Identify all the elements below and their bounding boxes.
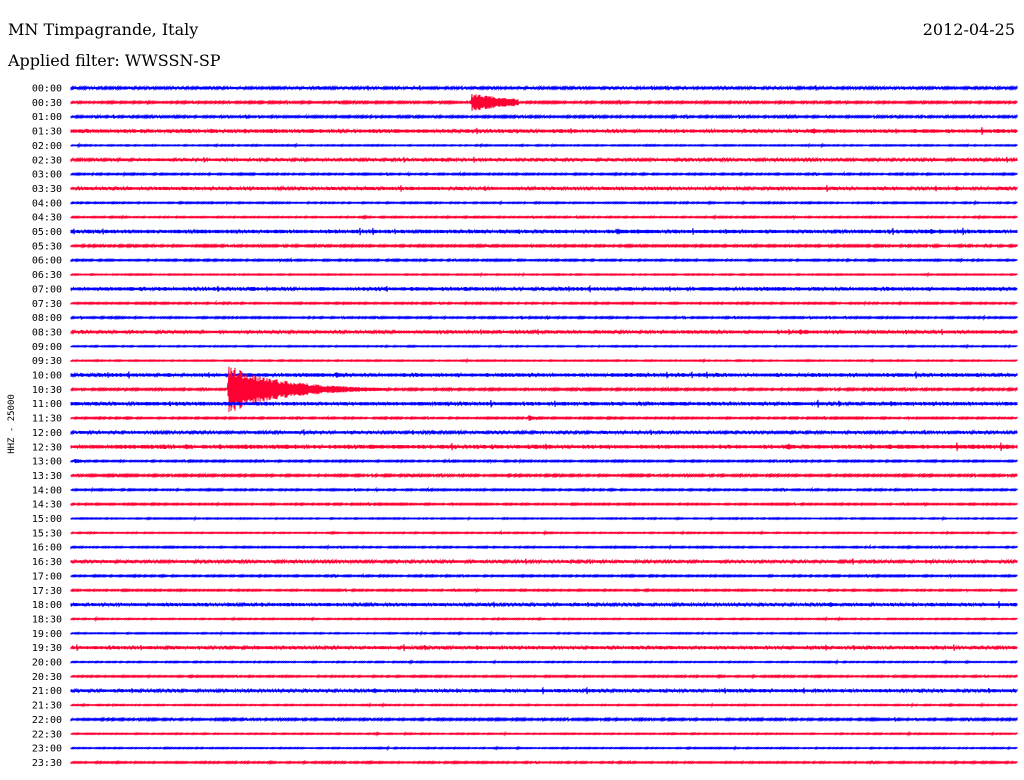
helicorder-plot: 00:00 00:30 01:00 01:30 02:00 02:30 03:00 03:30… bbox=[32, 84, 1018, 769]
trace-line bbox=[70, 529, 1018, 536]
trace-line bbox=[70, 716, 1018, 723]
trace-line bbox=[70, 199, 1018, 206]
trace-line bbox=[70, 472, 1018, 479]
trace-line bbox=[70, 213, 1018, 221]
trace-line bbox=[70, 271, 1018, 278]
tick-label: 18:00 bbox=[32, 600, 62, 611]
trace-line bbox=[70, 84, 1018, 92]
tick-label: 20:30 bbox=[32, 672, 62, 683]
tick-label: 10:30 bbox=[32, 385, 62, 396]
trace-line bbox=[70, 687, 1018, 695]
tick-label: 15:30 bbox=[32, 528, 62, 539]
trace-line bbox=[70, 299, 1018, 307]
tick-label: 13:00 bbox=[32, 457, 62, 468]
tick-label: 08:00 bbox=[32, 313, 62, 324]
time-tick-labels: 00:00 00:30 01:00 01:30 02:00 02:30 03:00 03:30… bbox=[32, 84, 62, 769]
tick-label: 05:00 bbox=[32, 227, 62, 238]
trace-line bbox=[70, 600, 1018, 609]
tick-label: 03:30 bbox=[32, 184, 62, 195]
tick-label: 09:30 bbox=[32, 356, 62, 367]
tick-label: 07:30 bbox=[32, 299, 62, 310]
trace-line bbox=[70, 227, 1018, 236]
trace-line bbox=[70, 184, 1018, 193]
tick-label: 16:00 bbox=[32, 543, 62, 554]
tick-label: 11:00 bbox=[32, 399, 62, 410]
trace-line bbox=[70, 673, 1018, 680]
tick-label: 08:30 bbox=[32, 327, 62, 338]
trace-line bbox=[70, 242, 1018, 249]
trace-line bbox=[70, 759, 1018, 766]
tick-label: 17:00 bbox=[32, 571, 62, 582]
tick-label: 11:30 bbox=[32, 414, 62, 425]
tick-label: 04:00 bbox=[32, 198, 62, 209]
trace-line bbox=[70, 170, 1018, 178]
trace-line bbox=[70, 744, 1018, 752]
trace-line bbox=[70, 429, 1018, 436]
tick-label: 13:30 bbox=[32, 471, 62, 482]
trace-line bbox=[70, 142, 1018, 149]
trace-line bbox=[70, 113, 1018, 120]
trace-line bbox=[70, 127, 1018, 136]
tick-label: 05:30 bbox=[32, 241, 62, 252]
tick-label: 03:00 bbox=[32, 170, 62, 181]
trace-line bbox=[70, 256, 1018, 264]
tick-label: 21:30 bbox=[32, 701, 62, 712]
trace-line bbox=[70, 515, 1018, 522]
trace-line bbox=[70, 702, 1018, 709]
tick-label: 15:00 bbox=[32, 514, 62, 525]
tick-label: 20:00 bbox=[32, 658, 62, 669]
trace-line bbox=[70, 730, 1018, 737]
tick-label: 09:00 bbox=[32, 342, 62, 353]
trace-line bbox=[70, 486, 1018, 493]
tick-label: 23:30 bbox=[32, 758, 62, 769]
tick-label: 14:00 bbox=[32, 485, 62, 496]
tick-label: 16:30 bbox=[32, 557, 62, 568]
tick-label: 00:30 bbox=[32, 98, 62, 109]
trace-line bbox=[70, 357, 1018, 364]
tick-label: 23:00 bbox=[32, 744, 62, 755]
tick-label: 18:30 bbox=[32, 614, 62, 625]
seismogram-traces bbox=[70, 84, 1018, 766]
trace-line bbox=[70, 644, 1018, 652]
tick-label: 19:30 bbox=[32, 643, 62, 654]
trace-line bbox=[70, 371, 1018, 379]
tick-label: 01:30 bbox=[32, 127, 62, 138]
trace-line bbox=[70, 630, 1018, 637]
trace-line bbox=[70, 328, 1018, 336]
trace-line bbox=[70, 156, 1018, 164]
tick-label: 12:30 bbox=[32, 442, 62, 453]
trace-line bbox=[70, 543, 1018, 551]
trace-line bbox=[70, 93, 1018, 111]
tick-label: 02:30 bbox=[32, 155, 62, 166]
trace-line bbox=[70, 442, 1018, 452]
trace-line bbox=[70, 285, 1018, 293]
tick-label: 10:00 bbox=[32, 371, 62, 382]
trace-line bbox=[70, 343, 1018, 350]
trace-line bbox=[70, 615, 1018, 622]
trace-line bbox=[70, 457, 1018, 465]
tick-label: 06:00 bbox=[32, 256, 62, 267]
tick-label: 04:30 bbox=[32, 213, 62, 224]
trace-line bbox=[70, 658, 1018, 666]
tick-label: 07:00 bbox=[32, 284, 62, 295]
trace-line bbox=[70, 501, 1018, 508]
trace-line bbox=[70, 558, 1018, 565]
tick-label: 19:00 bbox=[32, 629, 62, 640]
trace-line bbox=[70, 587, 1018, 594]
trace-line bbox=[70, 414, 1018, 422]
tick-label: 01:00 bbox=[32, 112, 62, 123]
tick-label: 21:00 bbox=[32, 686, 62, 697]
tick-label: 12:00 bbox=[32, 428, 62, 439]
tick-label: 14:30 bbox=[32, 500, 62, 511]
trace-line bbox=[70, 314, 1018, 321]
tick-label: 00:00 bbox=[32, 84, 62, 95]
tick-label: 22:00 bbox=[32, 715, 62, 726]
tick-label: 17:30 bbox=[32, 586, 62, 597]
tick-label: 06:30 bbox=[32, 270, 62, 281]
trace-line bbox=[70, 399, 1018, 408]
tick-label: 22:30 bbox=[32, 729, 62, 740]
tick-label: 02:00 bbox=[32, 141, 62, 152]
trace-line bbox=[70, 572, 1018, 580]
